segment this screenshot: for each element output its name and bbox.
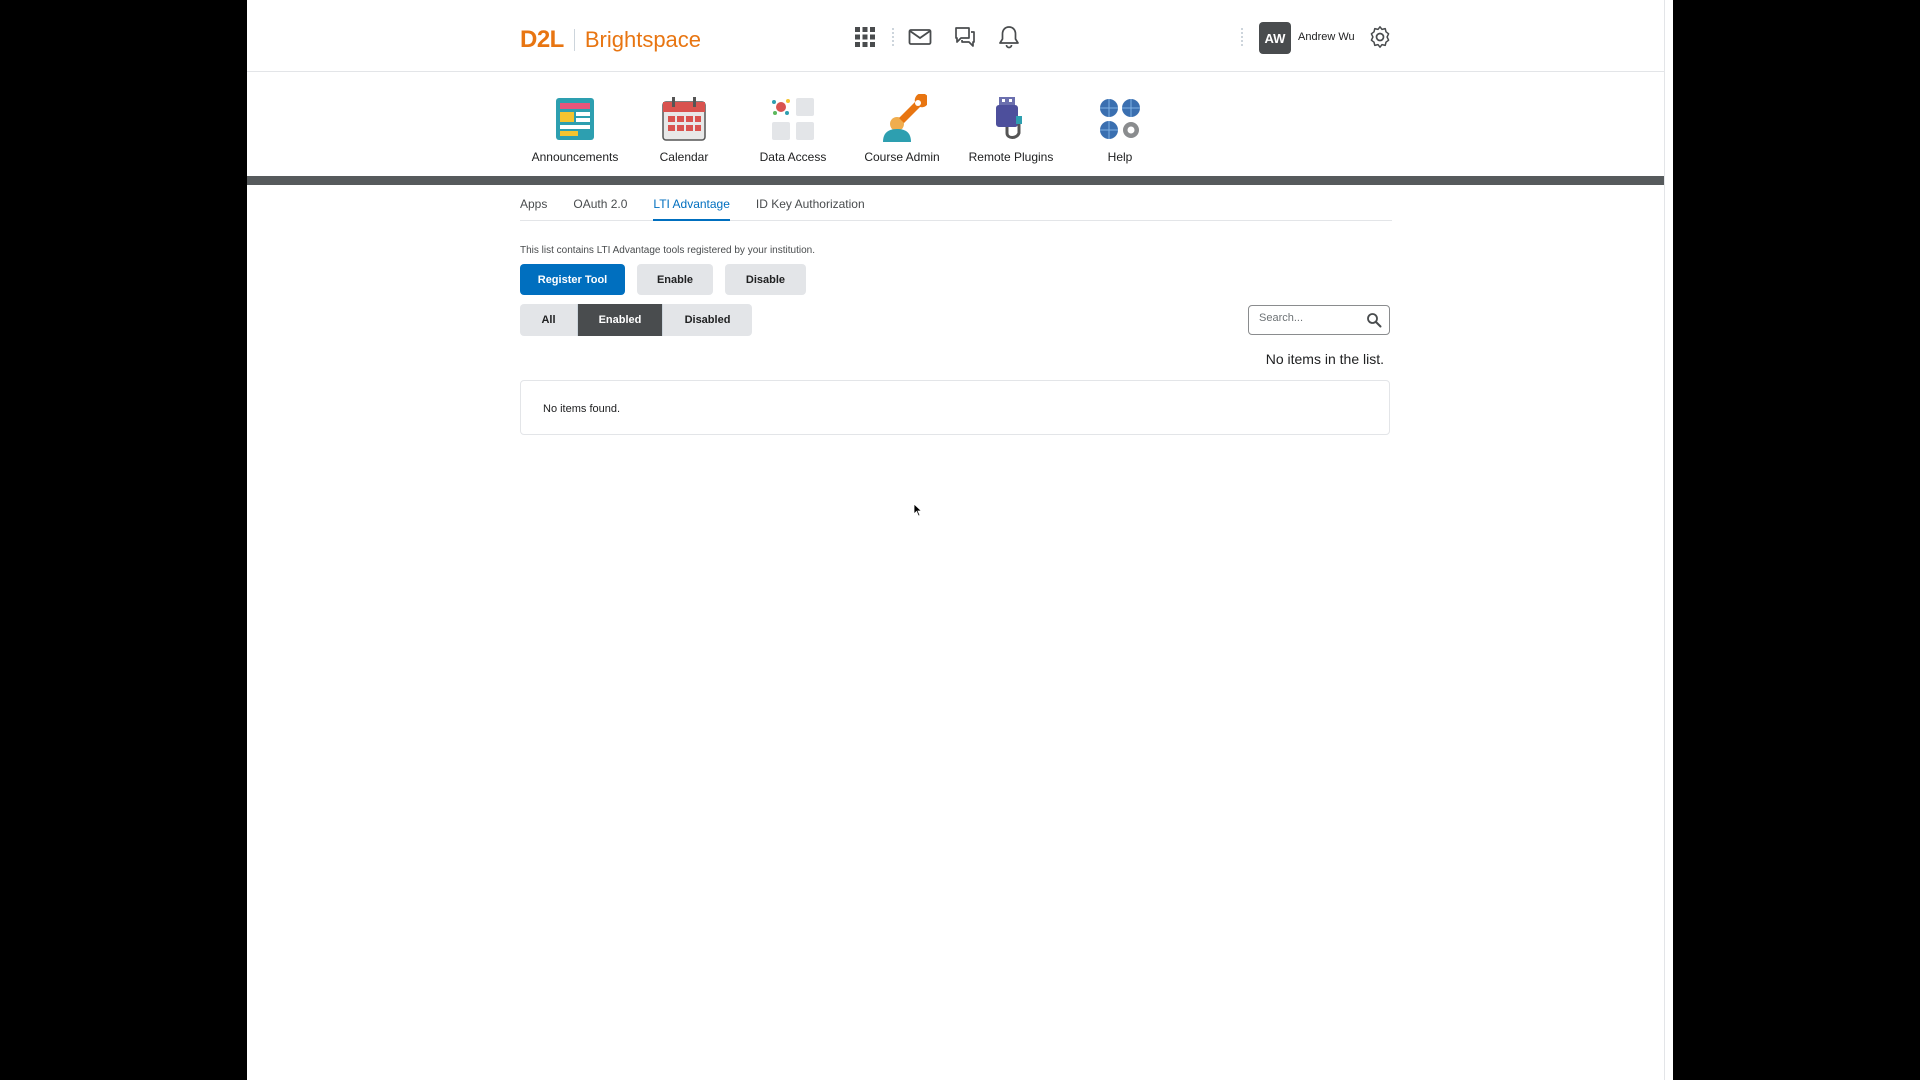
nav-label: Remote Plugins xyxy=(968,150,1054,164)
tab-id-key-authorization[interactable]: ID Key Authorization xyxy=(756,197,865,221)
mouse-cursor-icon xyxy=(913,503,923,517)
calendar-icon xyxy=(662,97,706,141)
list-count: No items in the list. xyxy=(1265,351,1384,367)
disable-button[interactable]: Disable xyxy=(725,264,806,295)
nav-item-calendar[interactable]: Calendar xyxy=(634,94,734,164)
nav-label: Data Access xyxy=(759,150,827,164)
empty-list: No items found. xyxy=(520,380,1390,435)
window-edge xyxy=(1664,0,1673,1080)
filter-enabled[interactable]: Enabled xyxy=(578,304,663,336)
navbar: Announcements Calendar Data Access Cours… xyxy=(247,72,1664,176)
search-input[interactable] xyxy=(1259,312,1359,324)
tab-list: Apps OAuth 2.0 LTI Advantage ID Key Auth… xyxy=(520,197,1392,221)
user-name[interactable]: Andrew Wu xyxy=(1298,31,1355,43)
nav-item-remote-plugins[interactable]: Remote Plugins xyxy=(961,94,1061,164)
mail-icon[interactable] xyxy=(907,24,933,50)
tab-lti-advantage[interactable]: LTI Advantage xyxy=(653,197,730,221)
app-grid-icon[interactable] xyxy=(852,24,878,50)
nav-item-announcements[interactable]: Announcements xyxy=(525,94,625,164)
register-tool-button[interactable]: Register Tool xyxy=(520,264,625,295)
announcements-icon xyxy=(556,98,594,140)
d2l-logo[interactable]: D2L Brightspace xyxy=(520,26,701,54)
nav-label: Help xyxy=(1107,150,1133,164)
nav-item-course-admin[interactable]: Course Admin xyxy=(852,94,952,164)
logo-divider xyxy=(573,29,575,51)
data-access-icon xyxy=(772,98,814,140)
help-icon xyxy=(1100,99,1140,139)
search-box xyxy=(1248,305,1390,335)
header-separator xyxy=(892,28,894,46)
status-filter: All Enabled Disabled xyxy=(520,304,752,336)
bell-icon[interactable] xyxy=(996,24,1022,50)
filter-all[interactable]: All xyxy=(520,304,578,336)
remote-plugins-icon xyxy=(996,97,1022,139)
header-separator xyxy=(1241,28,1243,46)
tab-apps[interactable]: Apps xyxy=(520,197,547,221)
nav-item-data-access[interactable]: Data Access xyxy=(743,94,843,164)
nav-label: Announcements xyxy=(531,150,619,164)
chat-icon[interactable] xyxy=(952,24,978,50)
nav-item-help[interactable]: Help xyxy=(1070,94,1170,164)
empty-message: No items found. xyxy=(543,403,621,415)
filter-disabled[interactable]: Disabled xyxy=(663,304,752,336)
top-header: D2L Brightspace AW Andrew Wu xyxy=(247,0,1664,72)
search-icon[interactable] xyxy=(1366,312,1382,328)
course-admin-icon xyxy=(883,94,927,142)
logo-product: Brightspace xyxy=(584,27,702,52)
page-description: This list contains LTI Advantage tools r… xyxy=(520,245,815,256)
browser-page: D2L Brightspace AW Andrew Wu Announcemen… xyxy=(247,0,1673,1080)
gear-icon[interactable] xyxy=(1367,24,1393,50)
nav-label: Calendar xyxy=(659,150,709,164)
tab-oauth[interactable]: OAuth 2.0 xyxy=(573,197,627,221)
logo-brand: D2L xyxy=(520,26,564,53)
nav-label: Course Admin xyxy=(864,150,940,164)
navbar-divider-bar xyxy=(247,176,1664,185)
enable-button[interactable]: Enable xyxy=(637,264,713,295)
avatar[interactable]: AW xyxy=(1259,22,1291,54)
